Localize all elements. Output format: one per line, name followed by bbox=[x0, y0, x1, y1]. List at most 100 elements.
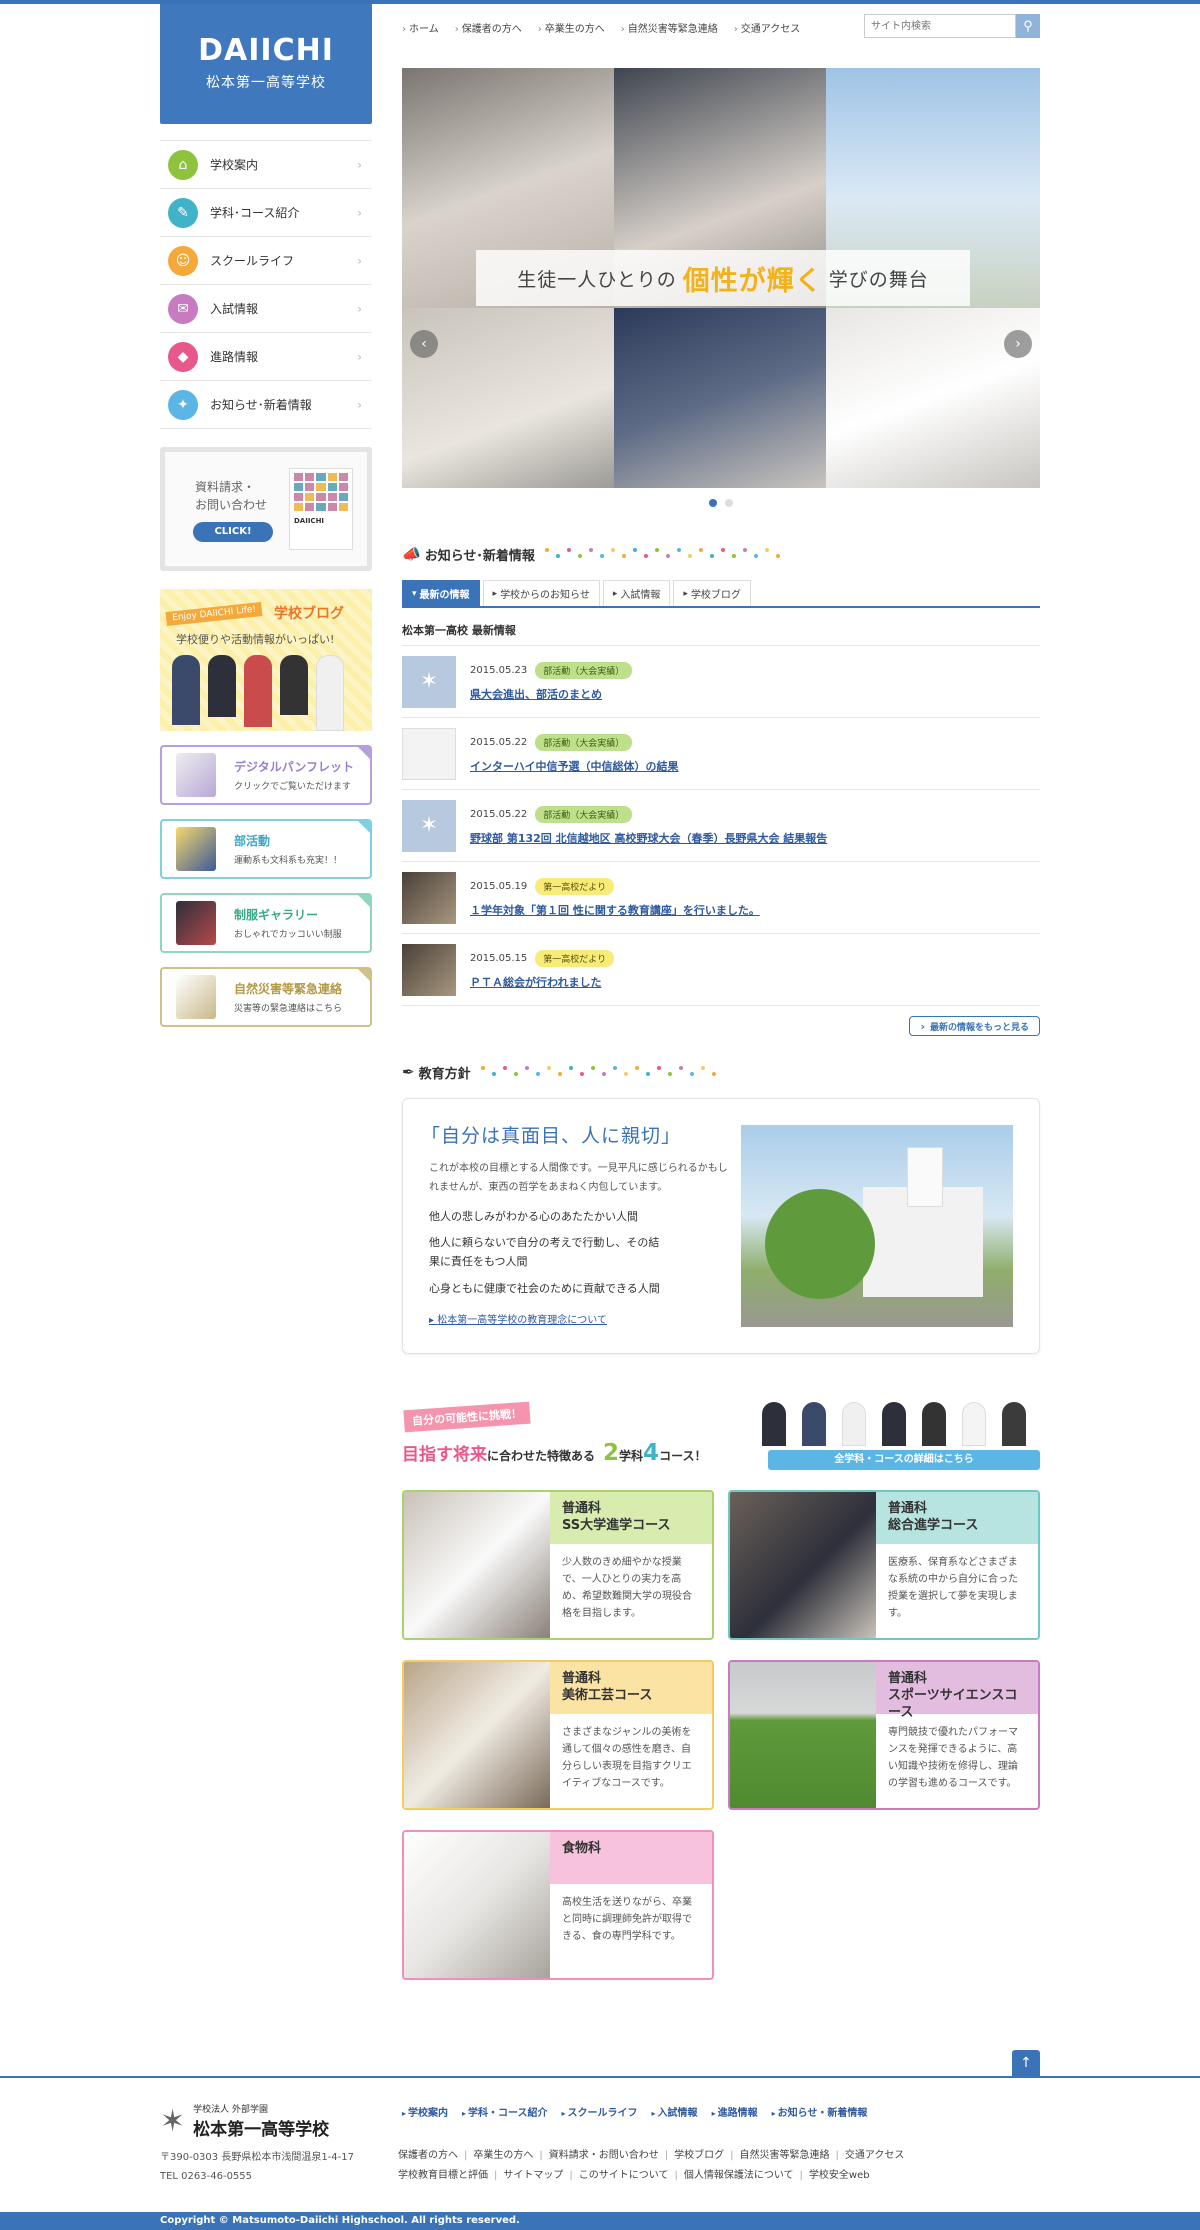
education-section-heading: ✒ 教育方針 bbox=[402, 1062, 1040, 1082]
utility-link[interactable]: 卒業生の方へ bbox=[538, 20, 605, 35]
site-logo[interactable]: DAIICHI 松本第一高等学校 bbox=[160, 4, 372, 124]
utility-link[interactable]: 交通アクセス bbox=[734, 20, 801, 35]
news-subheading: 松本第一高校 最新情報 bbox=[402, 622, 1040, 646]
pencil-icon: ✎ bbox=[168, 197, 198, 228]
footer-nav-link[interactable]: 学科・コース紹介 bbox=[462, 2104, 548, 2119]
course-card[interactable]: 普通科 総合進学コース 医療系、保育系などさまざまな系統の中から自分に合った授業を… bbox=[728, 1490, 1040, 1640]
footer-sub-nav-row1: 保護者の方へ | 卒業生の方へ | 資料請求・お問い合わせ | 学校ブログ | 自然災害等緊急連… bbox=[398, 2146, 1038, 2166]
side-banner[interactable]: 制服ギャラリー おしゃれでカッコいい制服 bbox=[160, 893, 372, 953]
footer-nav-link[interactable]: お知らせ・新着情報 bbox=[772, 2104, 868, 2119]
sidebar: DAIICHI 松本第一高等学校 ⌂ 学校案内 › ✎ 学科･コース紹介 › ☺ スクールライ… bbox=[160, 4, 372, 1027]
news-title-link[interactable]: 野球部 第132回 北信越地区 高校野球大会（春季）長野県大会 結果報告 bbox=[470, 830, 827, 846]
clipboard-icon: ✉ bbox=[168, 293, 198, 324]
more-news-button[interactable]: 最新の情報をもっと見る bbox=[909, 1016, 1040, 1036]
footer-sub-link[interactable]: 資料請求・お問い合わせ bbox=[549, 2150, 659, 2161]
course-body: 普通科 美術工芸コース さまざまなジャンルの美術を通して個々の感性を磨き、自分らし… bbox=[550, 1662, 712, 1808]
news-title-link[interactable]: ＰＴＡ総会が行われました bbox=[470, 974, 614, 990]
footer-sub-link[interactable]: 学校ブログ bbox=[674, 2150, 724, 2161]
slider-dot-1[interactable] bbox=[709, 499, 717, 507]
slider-dot-2[interactable] bbox=[725, 499, 733, 507]
separator: | bbox=[799, 2170, 803, 2181]
all-courses-button[interactable]: 全学科・コースの詳細はこちら bbox=[768, 1450, 1040, 1470]
footer-sub-link[interactable]: 交通アクセス bbox=[845, 2150, 905, 2161]
course-body: 普通科 SS大学進学コース 少人数のきめ細やかな授業で、一人ひとりの実力を高め、希… bbox=[550, 1492, 712, 1638]
sidebar-nav-item[interactable]: ◆ 進路情報 › bbox=[160, 333, 372, 381]
footer-nav-link[interactable]: スクールライフ bbox=[562, 2104, 638, 2119]
utility-link[interactable]: 自然災害等緊急連絡 bbox=[621, 20, 718, 35]
course-card[interactable]: 普通科 SS大学進学コース 少人数のきめ細やかな授業で、一人ひとりの実力を高め、希… bbox=[402, 1490, 714, 1640]
news-title-link[interactable]: 県大会進出、部活のまとめ bbox=[470, 686, 632, 702]
banner-text: 部活動 運動系も文科系も充実！！ bbox=[234, 832, 342, 866]
sidebar-nav-item[interactable]: ✉ 入試情報 › bbox=[160, 285, 372, 333]
footer-sub-link[interactable]: 自然災害等緊急連絡 bbox=[740, 2150, 830, 2161]
footer-nav-link[interactable]: 学校案内 bbox=[402, 2104, 448, 2119]
news-tab[interactable]: 学校ブログ bbox=[673, 580, 751, 606]
footer-logo[interactable]: ✶ 学校法人 外部学園 松本第一高等学校 bbox=[160, 2102, 329, 2141]
course-card[interactable]: 普通科 スポーツサイエンスコース 専門競技で優れたパフォーマンスを発揮できるように… bbox=[728, 1660, 1040, 1810]
chevron-left-icon: ‹ bbox=[421, 336, 427, 352]
side-banner[interactable]: 部活動 運動系も文科系も充実！！ bbox=[160, 819, 372, 879]
course-description: 医療系、保育系などさまざまな系統の中から自分に合った授業を選択して夢を実現します… bbox=[888, 1557, 1018, 1619]
course-body: 普通科 スポーツサイエンスコース 専門競技で優れたパフォーマンスを発揮できるように… bbox=[876, 1662, 1038, 1808]
search-button[interactable]: ⚲ bbox=[1016, 14, 1040, 38]
separator: | bbox=[674, 2170, 678, 2181]
footer-nav-link[interactable]: 入試情報 bbox=[652, 2104, 698, 2119]
footer-sub-link[interactable]: 学校安全web bbox=[809, 2170, 870, 2181]
news-title-link[interactable]: １学年対象「第１回 性に関する教育講座」を行いました。 bbox=[470, 902, 760, 918]
request-info-banner[interactable]: 資料請求・ お問い合わせ CLICK! DAIICHI bbox=[160, 447, 372, 571]
news-title-link[interactable]: インターハイ中信予選（中信総体）の結果 bbox=[470, 758, 679, 774]
side-banner[interactable]: デジタルパンフレット クリックでご覧いただけます bbox=[160, 745, 372, 805]
news-tab[interactable]: 入試情報 bbox=[602, 580, 671, 606]
news-category-badge: 部活動（大会実績） bbox=[535, 805, 633, 823]
footer-sub-link[interactable]: 学校教育目標と評価 bbox=[398, 2170, 488, 2181]
click-button[interactable]: CLICK! bbox=[193, 522, 273, 542]
footer-sub-link[interactable]: 卒業生の方へ bbox=[473, 2150, 533, 2161]
side-banner[interactable]: 自然災害等緊急連絡 災害等の緊急連絡はこちら bbox=[160, 967, 372, 1027]
footer-tel: TEL 0263-46-0555 bbox=[160, 2171, 253, 2182]
course-photo bbox=[404, 1492, 550, 1638]
chevron-right-icon: › bbox=[357, 301, 362, 316]
courses-num-departments: 2 bbox=[603, 1440, 620, 1466]
search-input[interactable] bbox=[864, 14, 1016, 38]
sidebar-nav-item[interactable]: ✎ 学科･コース紹介 › bbox=[160, 189, 372, 237]
footer-sub-link[interactable]: 個人情報保護法について bbox=[684, 2170, 794, 2181]
school-blog-banner[interactable]: Enjoy DAIICHI Life! 学校ブログ 学校便りや活動情報がいっぱい… bbox=[160, 589, 372, 731]
course-card[interactable]: 食物科 高校生活を送りながら、卒業と同時に調理師免許が取得できる、食の専門学科です… bbox=[402, 1830, 714, 1980]
school-emblem-icon: ✶ bbox=[160, 2103, 186, 2139]
utility-link[interactable]: 保護者の方へ bbox=[455, 20, 522, 35]
footer-sub-nav-row2: 学校教育目標と評価 | サイトマップ | このサイトについて | 個人情報保護法について | 学… bbox=[398, 2166, 1038, 2186]
person-icon: ☺ bbox=[168, 245, 198, 276]
school-emblem-icon: ✶ bbox=[419, 669, 439, 694]
news-item[interactable]: ✶ 2015.05.22 部活動（大会実績） 野球部 第132回 北信越地区 高校野球… bbox=[402, 790, 1040, 862]
news-tab[interactable]: 最新の情報 bbox=[402, 580, 480, 606]
banner-corner bbox=[358, 747, 370, 759]
news-item[interactable]: 2015.05.19 第一高校だより １学年対象「第１回 性に関する教育講座」を行い… bbox=[402, 862, 1040, 934]
page-top-button[interactable]: ↑ bbox=[1012, 2050, 1040, 2076]
banner-thumbnail bbox=[176, 827, 216, 871]
education-point-3: 心身ともに健康で社会のために貢献できる人間 bbox=[429, 1282, 660, 1295]
footer-sub-link[interactable]: このサイトについて bbox=[579, 2170, 669, 2181]
sidebar-nav-item[interactable]: ✦ お知らせ･新着情報 › bbox=[160, 381, 372, 429]
footer-sub-link[interactable]: 保護者の方へ bbox=[398, 2150, 458, 2161]
education-heading: 教育方針 bbox=[418, 1066, 471, 1082]
footer-sub-link[interactable]: サイトマップ bbox=[503, 2170, 563, 2181]
course-card[interactable]: 普通科 美術工芸コース さまざまなジャンルの美術を通して個々の感性を磨き、自分らし… bbox=[402, 1660, 714, 1810]
sidebar-nav-label: 学校案内 bbox=[210, 158, 259, 172]
sidebar-nav-item[interactable]: ☺ スクールライフ › bbox=[160, 237, 372, 285]
pen-icon: ✒ bbox=[402, 1063, 415, 1081]
school-icon: ⌂ bbox=[168, 149, 198, 180]
news-item[interactable]: 2015.05.15 第一高校だより ＰＴＡ総会が行われました bbox=[402, 934, 1040, 1006]
hero-caption-highlight: 個性が輝く bbox=[682, 265, 823, 297]
news-item[interactable]: ✶ 2015.05.23 部活動（大会実績） 県大会進出、部活のまとめ bbox=[402, 646, 1040, 718]
news-item[interactable]: 2015.05.22 部活動（大会実績） インターハイ中信予選（中信総体）の結果 bbox=[402, 718, 1040, 790]
education-point-2: 他人に頼らないで自分の考えで行動し、その結果に責任をもつ人間 bbox=[429, 1236, 660, 1268]
slider-next-button[interactable]: › bbox=[1004, 330, 1032, 358]
sidebar-nav: ⌂ 学校案内 › ✎ 学科･コース紹介 › ☺ スクールライフ › ✉ 入試情報 › ◆ 進路情報 › ✦ お知… bbox=[160, 140, 372, 429]
slider-prev-button[interactable]: ‹ bbox=[410, 330, 438, 358]
education-philosophy-link[interactable]: 松本第一高等学校の教育理念について bbox=[429, 1311, 607, 1326]
news-tab[interactable]: 学校からのお知らせ bbox=[482, 580, 600, 606]
sidebar-nav-item[interactable]: ⌂ 学校案内 › bbox=[160, 141, 372, 189]
separator: | bbox=[539, 2150, 543, 2161]
footer-nav-link[interactable]: 進路情報 bbox=[712, 2104, 758, 2119]
utility-link[interactable]: ホーム bbox=[402, 20, 439, 35]
